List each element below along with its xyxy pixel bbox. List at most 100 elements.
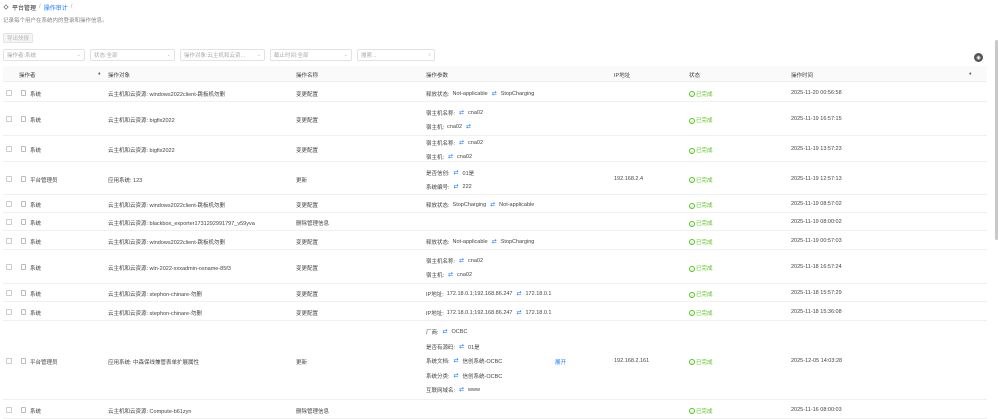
table-row[interactable]: 系统 云主机和云资源: win-2022-xxxadmin-osname-85f3…	[3, 250, 987, 284]
check-circle-icon: ✓	[689, 220, 695, 227]
check-circle-icon: ✓	[689, 359, 695, 366]
search-input[interactable]: 搜索... ⌕	[357, 49, 435, 61]
column-header-params[interactable]: 操作参数	[426, 71, 448, 79]
row-detail-icon[interactable]	[21, 237, 26, 244]
param-line: 宿主机: ⇄ cna02	[426, 271, 472, 279]
object-cell: 云主机和云资源: blackbox_exporter17312929917​97…	[108, 221, 255, 227]
row-detail-icon[interactable]	[21, 146, 26, 152]
sort-icon[interactable]: ♦	[98, 71, 101, 77]
param-new-value: OCBC	[451, 329, 468, 336]
param-label: 系统文档:	[426, 359, 450, 366]
chevron-down-icon: ⌄	[256, 52, 261, 58]
param-line: 宿主机名称: ⇄ cna02	[426, 257, 483, 265]
column-header-status[interactable]: 状态	[689, 71, 700, 79]
row-detail-icon[interactable]	[21, 175, 26, 182]
table-row[interactable]: 系统 云主机和云资源: blackbox_exporter17312929917​…	[3, 213, 987, 231]
row-detail-icon[interactable]	[21, 219, 26, 225]
table-row[interactable]: 系统 云主机和云资源: stephon-chinare-勿删 变更配置 IP地址: 17…	[3, 284, 987, 302]
status-label: 已完成	[696, 292, 713, 298]
swap-arrows-icon: ⇄	[459, 258, 465, 264]
operator-cell: 系统	[30, 266, 42, 272]
ip-cell: 192.168.2.161	[614, 357, 650, 364]
table-row[interactable]: 平台管理员 应用系统: 中森保线兼管表单扩展属性 更新 厂商: ⇄ OCBC 是否有源码: ⇄…	[3, 321, 987, 400]
table-row[interactable]: 系统 云主机和云资源: bigfix2022 变更配置 宿主机名称: ⇄ cna02 宿主机…	[3, 102, 987, 136]
row-detail-icon[interactable]	[21, 116, 26, 122]
row-checkbox[interactable]	[6, 175, 12, 182]
param-old-value: 172.18.0.1;192.168.86.247	[446, 291, 513, 297]
table-row[interactable]: 系统 云主机和云资源: windows2022client-跳板机勿删 变更配置 释放…	[3, 231, 987, 250]
check-circle-icon: ✓	[689, 202, 695, 209]
time-filter[interactable]: 截止时间:全部 ⌄	[270, 49, 352, 61]
param-line: 释放状态: StopCharging ⇄ Not-applicable	[426, 201, 534, 209]
column-header-object[interactable]: 操作对象	[108, 71, 130, 79]
row-detail-icon[interactable]	[21, 264, 26, 270]
time-cell: 2025-11-18 15:57:29	[791, 290, 842, 296]
object-cell: 云主机和云资源: win-2022-xxxadmin-osname-85f3	[108, 266, 231, 272]
check-circle-icon: ✓	[689, 91, 695, 98]
object-cell: 云主机和云资源: bigfix2022	[108, 148, 175, 154]
export-button[interactable]: 导出快报	[3, 33, 33, 43]
column-header-ip[interactable]: IP地址	[614, 71, 630, 79]
param-new-value: Not-applicable	[499, 202, 535, 208]
row-checkbox[interactable]	[6, 237, 12, 244]
status-filter[interactable]: 状态:全部 ⌄	[90, 49, 175, 61]
column-header-time[interactable]: 操作时间	[791, 71, 813, 79]
row-detail-icon[interactable]	[21, 406, 26, 413]
column-header-name[interactable]: 操作名称	[296, 71, 318, 79]
table-row[interactable]: 系统 云主机和云资源: bigfix2022 变更配置 宿主机名称: ⇄ cna02 宿主机…	[3, 136, 987, 162]
search-icon: ⌕	[428, 52, 431, 58]
row-checkbox[interactable]	[6, 308, 12, 315]
table-row[interactable]: 系统 云主机和云资源: windows2022client-跳板机勿删 变更配置 释放…	[3, 83, 987, 102]
swap-arrows-icon: ⇄	[459, 110, 465, 116]
row-detail-icon[interactable]	[21, 290, 26, 296]
param-line: 互联网域名: ⇄ www	[426, 386, 480, 394]
check-circle-icon: ✓	[689, 291, 695, 298]
table-row[interactable]: 系统 云主机和云资源: Compute-b61zyn 删除管理信息 ✓ 已完成 2025-…	[3, 400, 987, 419]
param-label: 是否信创:	[426, 170, 450, 177]
row-checkbox[interactable]	[6, 264, 12, 270]
breadcrumb-current[interactable]: 操作审计	[44, 3, 68, 12]
row-checkbox[interactable]	[6, 219, 12, 225]
row-checkbox[interactable]	[6, 146, 12, 152]
time-cell: 2025-11-19 13:57:23	[791, 146, 842, 152]
row-checkbox[interactable]	[6, 357, 12, 364]
status-badge: ✓ 已完成	[689, 219, 713, 227]
sort-icon[interactable]: ♦	[969, 71, 972, 77]
check-circle-icon: ✓	[689, 408, 695, 415]
table-row[interactable]: 平台管理员 应用系统: 123 更新 是否信创: ⇄ 01是 系统编号: ⇄ 222 192.16…	[3, 162, 987, 195]
time-cell: 2025-11-18 16:57:24	[791, 264, 842, 270]
param-new-value: cna02	[457, 154, 473, 160]
page-title: 平台管理	[12, 5, 37, 12]
row-checkbox[interactable]	[6, 89, 12, 96]
check-circle-icon: ✓	[689, 177, 695, 184]
operator-filter[interactable]: 操作者:系统 ⌄	[3, 49, 85, 61]
param-new-value: cna02	[457, 272, 473, 278]
row-checkbox[interactable]	[6, 406, 12, 413]
row-detail-icon[interactable]	[21, 89, 26, 96]
row-detail-icon[interactable]	[21, 308, 26, 315]
operation-name-cell: 变更配置	[296, 203, 319, 209]
row-checkbox[interactable]	[6, 116, 12, 122]
table-row[interactable]: 系统 云主机和云资源: windows2022client-跳板机勿删 变更配置 释放…	[3, 195, 987, 213]
operation-name-cell: 变更配置	[296, 91, 319, 98]
table-header: 操作者 ♦ 操作对象 操作名称 操作参数 IP地址 状态 操作时间 ♦	[3, 66, 987, 82]
operator-cell: 系统	[30, 292, 42, 298]
eye-icon[interactable]: ◉	[974, 53, 983, 62]
table-row[interactable]: 系统 云主机和云资源: stephon-chinare-勿删 变更配置 IP地址: 17…	[3, 302, 987, 321]
row-detail-icon[interactable]	[21, 357, 26, 364]
param-new-value: 01是	[462, 170, 475, 177]
status-label: 已完成	[696, 408, 713, 415]
row-checkbox[interactable]	[6, 290, 12, 296]
param-line: 宿主机名称: ⇄ cna02	[426, 139, 483, 147]
row-detail-icon[interactable]	[21, 201, 26, 207]
param-old-value: cna02	[447, 124, 463, 130]
status-badge: ✓ 已完成	[689, 176, 713, 184]
expand-link[interactable]: 展开	[555, 358, 566, 366]
param-label: 宿主机名称:	[426, 259, 456, 265]
object-cell: 云主机和云资源: windows2022client-跳板机勿删	[108, 239, 226, 246]
object-filter[interactable]: 操作对象:云主机和云资... ⌄	[180, 49, 265, 61]
column-header-operator[interactable]: 操作者	[19, 71, 36, 79]
param-new-value: 01是	[468, 344, 480, 351]
row-checkbox[interactable]	[6, 201, 12, 207]
scrollbar[interactable]	[995, 40, 998, 240]
